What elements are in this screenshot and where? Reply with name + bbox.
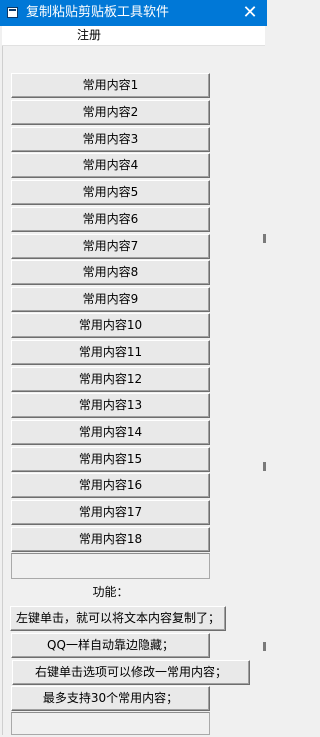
content-button-7[interactable]: 常用内容7 bbox=[11, 234, 210, 259]
content-button-6[interactable]: 常用内容6 bbox=[11, 207, 210, 232]
content-button-13[interactable]: 常用内容13 bbox=[11, 393, 210, 418]
content-button-5[interactable]: 常用内容5 bbox=[11, 180, 210, 205]
app-icon bbox=[7, 7, 18, 18]
content-button-2[interactable]: 常用内容2 bbox=[11, 100, 210, 125]
title-bar: 复制粘贴剪贴板工具软件 ✕ bbox=[0, 0, 267, 26]
empty-panel bbox=[11, 553, 210, 579]
edge-mark bbox=[263, 642, 266, 651]
content-button-3[interactable]: 常用内容3 bbox=[11, 127, 210, 152]
menu-bar: 注册 bbox=[2, 26, 265, 46]
edge-mark bbox=[263, 234, 266, 243]
content-button-16[interactable]: 常用内容16 bbox=[11, 473, 210, 498]
window-title: 复制粘贴剪贴板工具软件 bbox=[26, 5, 170, 20]
content-button-11[interactable]: 常用内容11 bbox=[11, 340, 210, 365]
feature-button-right-click-edit[interactable]: 右键单击选项可以修改一常用内容； bbox=[12, 660, 250, 685]
content-button-12[interactable]: 常用内容12 bbox=[11, 367, 210, 392]
close-button[interactable]: ✕ bbox=[233, 0, 267, 26]
content-button-14[interactable]: 常用内容14 bbox=[11, 420, 210, 445]
bottom-panel bbox=[11, 712, 210, 735]
edge-mark bbox=[263, 462, 266, 471]
content-button-10[interactable]: 常用内容10 bbox=[11, 313, 210, 338]
content-button-18[interactable]: 常用内容18 bbox=[11, 527, 210, 552]
feature-button-auto-hide[interactable]: QQ一样自动靠边隐藏； bbox=[11, 633, 210, 658]
content-button-17[interactable]: 常用内容17 bbox=[11, 500, 210, 525]
feature-button-left-click-copy[interactable]: 左键单击，就可以将文本内容复制了； bbox=[10, 606, 226, 631]
menu-register[interactable]: 注册 bbox=[77, 26, 101, 45]
client-area: 常用内容1 常用内容2 常用内容3 常用内容4 常用内容5 常用内容6 常用内容… bbox=[2, 46, 266, 735]
content-button-15[interactable]: 常用内容15 bbox=[11, 447, 210, 472]
content-button-9[interactable]: 常用内容9 bbox=[11, 287, 210, 312]
features-heading: 功能： bbox=[92, 585, 129, 599]
feature-button-max-30[interactable]: 最多支持30个常用内容； bbox=[11, 686, 210, 711]
content-button-8[interactable]: 常用内容8 bbox=[11, 260, 210, 285]
content-button-1[interactable]: 常用内容1 bbox=[11, 73, 210, 98]
content-button-4[interactable]: 常用内容4 bbox=[11, 153, 210, 178]
